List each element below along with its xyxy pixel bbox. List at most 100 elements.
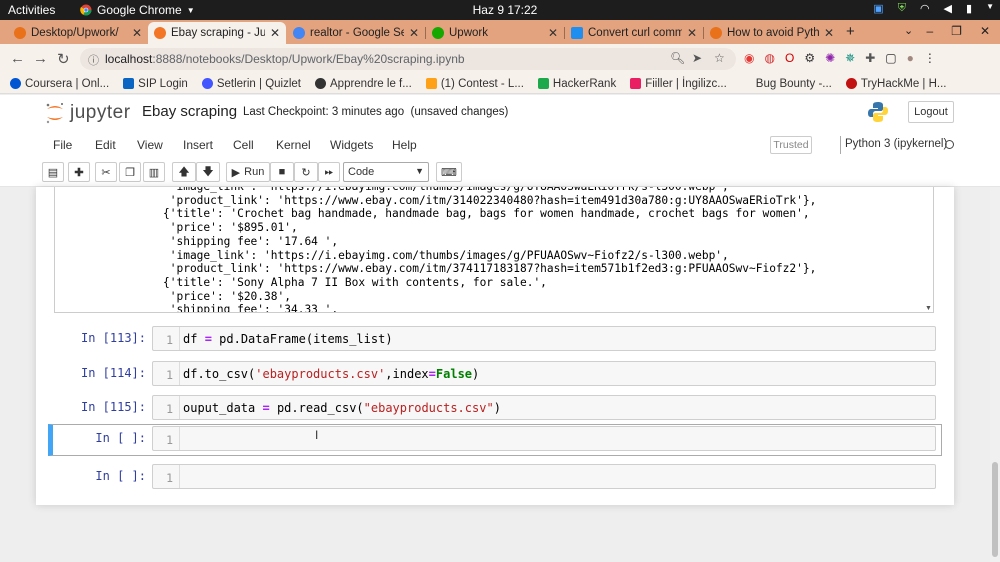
cell-output-scroll[interactable]: 'image_link': 'https://i.ebayimg.com/thu… bbox=[54, 187, 934, 313]
code-cell[interactable]: In [113]: 1 df = pd.DataFrame(items_list) bbox=[48, 325, 942, 357]
interrupt-button[interactable]: ■ bbox=[270, 162, 294, 182]
send-icon[interactable]: ➤ bbox=[692, 51, 702, 65]
page-scrollbar[interactable] bbox=[990, 187, 1000, 562]
extension-purple-icon[interactable]: ✺ bbox=[825, 51, 835, 65]
menu-help[interactable]: Help bbox=[392, 138, 417, 152]
move-up-button[interactable]: 🡅 bbox=[172, 162, 196, 182]
extension-red-icon[interactable]: ◍ bbox=[764, 51, 774, 65]
tab-ebay-scraping[interactable]: Ebay scraping - Jup ✕ bbox=[148, 22, 286, 44]
code-cell[interactable]: In [115]: 1 ouput_data = pd.read_csv("ebay… bbox=[48, 394, 942, 426]
code-editor[interactable]: 1 ouput_data = pd.read_csv("ebayproducts.… bbox=[152, 395, 936, 420]
bookmark-bug-bounty[interactable]: Bug Bounty -... bbox=[741, 78, 832, 90]
extension-opera-icon[interactable]: O bbox=[785, 51, 794, 65]
python-logo-icon bbox=[868, 102, 888, 122]
minimize-icon[interactable]: – bbox=[926, 24, 933, 38]
address-bar[interactable]: ⓘ localhost:8888/notebooks/Desktop/Upwor… bbox=[80, 48, 736, 70]
bookmark-apprendre[interactable]: Apprendre le f... bbox=[315, 78, 412, 90]
kernel-name[interactable]: Python 3 (ipykernel) bbox=[845, 138, 947, 150]
back-arrow-icon[interactable]: ← bbox=[10, 50, 25, 67]
cell-type-select[interactable]: Code ▼ bbox=[343, 162, 429, 182]
app-menu[interactable]: Google Chrome ▼ bbox=[80, 3, 195, 17]
move-down-button[interactable]: 🡇 bbox=[196, 162, 220, 182]
clock[interactable]: Haz 9 17:22 bbox=[470, 3, 540, 17]
bookmark-fiiller[interactable]: Fiiller | İngilizc... bbox=[630, 78, 727, 90]
output-scrollbar[interactable]: ▼ bbox=[923, 187, 933, 313]
output-line: 'price': '$895.01', bbox=[163, 221, 298, 235]
paste-icon: ▥ bbox=[148, 166, 160, 179]
extension-teal-icon[interactable]: ✵ bbox=[845, 51, 855, 65]
close-icon[interactable]: ✕ bbox=[687, 26, 697, 40]
bookmark-hackerrank[interactable]: HackerRank bbox=[537, 78, 616, 90]
tab-upwork[interactable]: Upwork ✕ bbox=[426, 22, 564, 44]
menu-view[interactable]: View bbox=[137, 138, 163, 152]
close-icon[interactable]: ✕ bbox=[548, 26, 558, 40]
reload-icon[interactable]: ↻ bbox=[57, 50, 70, 68]
jupyter-favicon-icon bbox=[154, 27, 166, 39]
restart-button[interactable]: ↻ bbox=[294, 162, 318, 182]
bookmark-leetcode-contest[interactable]: (1) Contest - L... bbox=[425, 78, 524, 90]
save-button[interactable]: ▤ bbox=[42, 162, 64, 182]
info-icon[interactable]: ⓘ bbox=[88, 52, 99, 68]
bookmark-quizlet[interactable]: Setlerin | Quizlet bbox=[201, 78, 301, 90]
puzzle-icon[interactable]: ✚ bbox=[865, 51, 875, 65]
quizlet-icon bbox=[201, 78, 213, 89]
restart-run-all-button[interactable]: ⏩︎ bbox=[318, 162, 340, 182]
cut-button[interactable]: ✂ bbox=[95, 162, 117, 182]
code-line: df.to_csv('ebayproducts.csv',index=False… bbox=[183, 367, 479, 381]
extension-record-icon[interactable]: ◉ bbox=[744, 51, 754, 65]
system-top-bar: Activities Google Chrome ▼ Haz 9 17:22 ▣… bbox=[0, 0, 1000, 20]
menu-kernel[interactable]: Kernel bbox=[276, 138, 311, 152]
profile-avatar-icon[interactable]: ● bbox=[907, 51, 914, 65]
jupyter-logo[interactable]: jupyter bbox=[44, 101, 131, 125]
tab-convert-curl[interactable]: Convert curl comm ✕ bbox=[565, 22, 703, 44]
system-tray[interactable]: ▣ ⛨ ◠ ◀ ▮ ▼ bbox=[873, 2, 994, 15]
paste-button[interactable]: ▥ bbox=[143, 162, 165, 182]
kebab-menu-icon[interactable]: ⋮ bbox=[924, 51, 936, 65]
scroll-down-arrow-icon[interactable]: ▼ bbox=[925, 305, 932, 312]
tab-how-to-avoid[interactable]: How to avoid Pyth ✕ bbox=[704, 22, 840, 44]
code-editor[interactable]: 1 df.to_csv('ebayproducts.csv',index=Fals… bbox=[152, 361, 936, 386]
restore-icon[interactable]: ❐ bbox=[951, 24, 962, 38]
line-number: 1 bbox=[166, 402, 173, 416]
star-icon[interactable]: ☆ bbox=[714, 51, 725, 65]
code-editor[interactable]: 1 bbox=[152, 464, 936, 489]
new-tab-button[interactable]: + bbox=[846, 23, 855, 40]
menu-cell[interactable]: Cell bbox=[233, 138, 254, 152]
bookmark-tryhackme[interactable]: TryHackMe | H... bbox=[845, 78, 947, 90]
side-panel-icon[interactable]: ▢ bbox=[885, 51, 896, 65]
close-icon[interactable]: ✕ bbox=[824, 26, 834, 40]
bookmark-sip-login[interactable]: SIP Login bbox=[123, 78, 188, 90]
activities-button[interactable]: Activities bbox=[8, 3, 55, 17]
extension-gear-icon[interactable]: ⚙ bbox=[804, 51, 815, 65]
close-window-icon[interactable]: ✕ bbox=[980, 24, 990, 38]
logout-button[interactable]: Logout bbox=[908, 101, 954, 123]
close-icon[interactable]: ✕ bbox=[409, 26, 419, 40]
menu-file[interactable]: File bbox=[53, 138, 72, 152]
menu-insert[interactable]: Insert bbox=[183, 138, 213, 152]
tab-search-chevron-icon[interactable]: ⌄ bbox=[904, 24, 913, 37]
output-line: {'title': 'Crochet bag handmade, handmad… bbox=[163, 207, 810, 221]
zoom-icon[interactable]: 🔍︎ bbox=[670, 51, 685, 65]
insert-cell-button[interactable]: ✚ bbox=[68, 162, 90, 182]
forward-arrow-icon[interactable]: → bbox=[33, 50, 48, 67]
bookmark-coursera[interactable]: Coursera | Onl... bbox=[10, 78, 109, 90]
menu-widgets[interactable]: Widgets bbox=[330, 138, 373, 152]
close-icon[interactable]: ✕ bbox=[270, 26, 280, 40]
copy-button[interactable]: ❐ bbox=[119, 162, 141, 182]
code-line: ouput_data = pd.read_csv("ebayproducts.c… bbox=[183, 401, 501, 415]
code-editor[interactable]: 1 df = pd.DataFrame(items_list) bbox=[152, 326, 936, 351]
notebook-name[interactable]: Ebay scraping bbox=[142, 103, 237, 120]
code-cell[interactable]: In [ ]: 1 bbox=[48, 463, 942, 495]
code-cell-selected[interactable]: In [ ]: 1 bbox=[48, 424, 942, 456]
code-editor[interactable]: 1 bbox=[152, 426, 936, 451]
coursera-icon bbox=[10, 78, 21, 89]
run-button[interactable]: ▶ Run bbox=[226, 162, 270, 182]
tab-desktop-upwork[interactable]: Desktop/Upwork/ ✕ bbox=[8, 22, 148, 44]
menu-edit[interactable]: Edit bbox=[95, 138, 116, 152]
code-cell[interactable]: In [114]: 1 df.to_csv('ebayproducts.csv',i… bbox=[48, 360, 942, 392]
trusted-indicator[interactable]: Trusted bbox=[770, 136, 812, 154]
scrollbar-thumb[interactable] bbox=[992, 462, 998, 557]
close-icon[interactable]: ✕ bbox=[132, 26, 142, 40]
command-palette-button[interactable]: ⌨ bbox=[436, 162, 462, 182]
tab-realtor-google[interactable]: realtor - Google Se ✕ bbox=[287, 22, 425, 44]
